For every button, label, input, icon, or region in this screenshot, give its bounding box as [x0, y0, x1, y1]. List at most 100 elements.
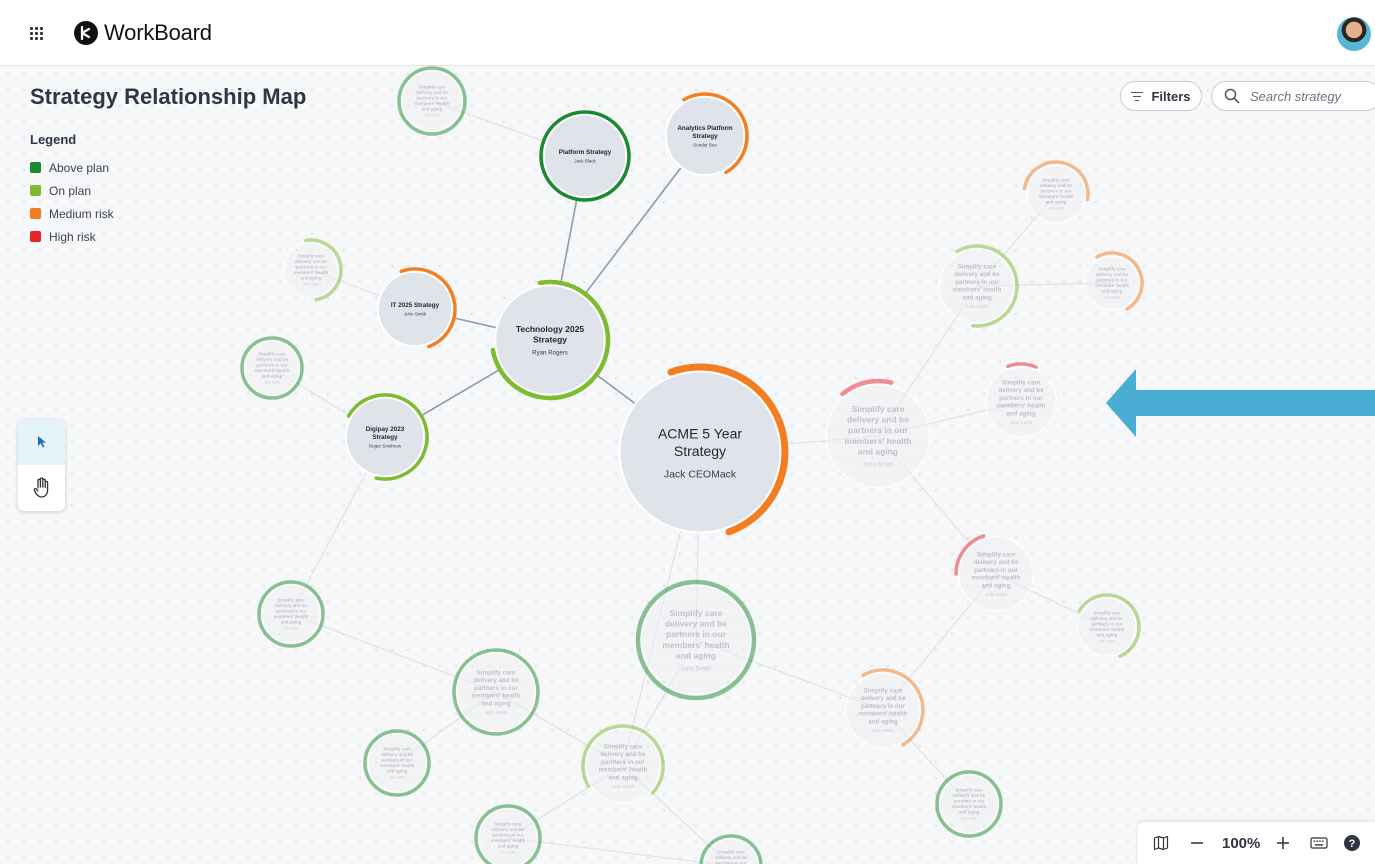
strategy-node-s8[interactable]: Simplify caredelivery and bepartners in …	[1083, 251, 1144, 312]
search-input[interactable]	[1248, 87, 1372, 105]
legend-item-high-risk: High risk	[30, 225, 114, 248]
node-title-line: delivery and be	[954, 271, 1000, 278]
node-title-line: and aging	[1046, 200, 1067, 205]
strategy-node-s13[interactable]: Simplify caredelivery and bepartners in …	[452, 648, 540, 736]
node-title-line: members' health	[415, 101, 450, 106]
page-title: Strategy Relationship Map	[30, 84, 307, 109]
node-title-line: and aging	[1006, 410, 1035, 417]
node-title-line: members' health	[472, 693, 521, 700]
user-avatar[interactable]	[1337, 17, 1371, 51]
help-icon: ?	[1344, 835, 1361, 851]
search-icon	[1224, 88, 1240, 104]
node-title-line: delivery and be	[665, 619, 727, 629]
strategy-node-s18[interactable]: Simplify caredelivery and bepartners in …	[474, 804, 542, 864]
node-owner: John Smith	[283, 627, 299, 631]
node-title-line: delivery and be	[275, 603, 308, 608]
strategy-node-s17[interactable]: Simplify caredelivery and bepartners in …	[363, 729, 431, 797]
node-title-line: and aging	[301, 276, 322, 281]
strategy-node-s7[interactable]: Simplify caredelivery and bepartners in …	[1022, 160, 1090, 225]
zoom-bar: 100% ?	[1138, 822, 1375, 864]
app-name: WorkBoard	[104, 20, 212, 45]
workboard-logo-icon	[74, 21, 98, 45]
node-title-line: members' health	[380, 763, 415, 768]
node-title-line: Simplify care	[477, 669, 516, 676]
node-title-line: partners in our	[276, 609, 307, 614]
node-title-line: Simplify care	[494, 822, 522, 827]
node-title-line: members' health	[294, 270, 329, 275]
strategy-node-it2025[interactable]: IT 2025 Strategy John Smith	[376, 267, 457, 349]
node-title-line: delivery and be	[1040, 183, 1073, 188]
minimap-button[interactable]	[1146, 835, 1176, 851]
node-title-line: partners in our	[493, 833, 524, 838]
node-owner: John Smith	[485, 710, 508, 715]
node-title-line: partners in our	[954, 799, 985, 804]
brand-logo[interactable]: WorkBoard	[74, 20, 212, 46]
node-title-line: and aging	[281, 620, 302, 625]
strategy-node-analytics[interactable]: Analytics PlatformStrategy Sundar Boo	[664, 92, 749, 177]
strategy-node-acme[interactable]: ACME 5 YearStrategy Jack CEOMack	[618, 363, 789, 536]
strategy-node-s12[interactable]: Simplify caredelivery and bepartners in …	[257, 580, 325, 648]
node-title-line: delivery and be	[600, 751, 646, 758]
node-owner: Ryan Rogers	[532, 349, 568, 356]
node-title-line: delivery and be	[295, 259, 328, 264]
strategy-node-s2[interactable]: Simplify caredelivery and bepartners in …	[825, 378, 931, 489]
node-title-line: delivery and be	[492, 827, 525, 832]
select-tool-button[interactable]	[18, 419, 65, 465]
tool-panel	[18, 419, 65, 511]
search-box[interactable]	[1211, 81, 1375, 111]
nodes-layer: ACME 5 YearStrategyJack CEOMackTechnolog…	[240, 66, 1144, 864]
node-title-line: Digipay 2023	[366, 426, 405, 433]
node-title-line: partners in our	[1041, 189, 1072, 194]
node-owner: John Smith	[966, 304, 989, 309]
node-owner: John Smith	[303, 283, 319, 287]
node-title-line: members' health	[952, 804, 987, 809]
strategy-node-s3[interactable]: Simplify caredelivery and bepartners in …	[282, 238, 343, 302]
relationship-map[interactable]: ACME 5 YearStrategyJack CEOMackTechnolog…	[0, 66, 1375, 864]
keyboard-shortcuts-button[interactable]	[1302, 836, 1336, 850]
node-title-line: Simplify care	[717, 850, 745, 855]
node-title-line: Simplify care	[604, 743, 643, 750]
pointer-icon	[37, 436, 46, 448]
strategy-node-s19[interactable]: Simplify caredelivery and bepartners in …	[699, 834, 763, 864]
node-owner: John Smith	[1010, 420, 1033, 425]
node-title-line: members' health	[997, 403, 1046, 410]
legend-label: High risk	[49, 229, 96, 244]
strategy-node-s14[interactable]: Simplify caredelivery and bepartners in …	[581, 724, 665, 805]
node-title-line: members' health	[859, 711, 908, 718]
strategy-node-s6[interactable]: Simplify caredelivery and bepartners in …	[938, 244, 1019, 328]
strategy-node-s5[interactable]: Simplify caredelivery and bepartners in …	[984, 362, 1058, 439]
strategy-node-digipay[interactable]: Digipay 2023Strategy Roger Smithrow	[344, 393, 429, 481]
strategy-node-s16[interactable]: Simplify caredelivery and bepartners in …	[935, 770, 1003, 838]
legend-swatch	[30, 162, 41, 173]
node-title-line: IT 2025 Strategy	[391, 302, 440, 309]
legend-label: On plan	[49, 183, 92, 198]
pan-tool-button[interactable]	[18, 465, 65, 511]
strategy-node-s1[interactable]: Simplify caredelivery and bepartners in …	[397, 66, 467, 136]
node-title-line: and aging	[1097, 633, 1118, 638]
node-title-line: Strategy	[674, 443, 726, 459]
strategy-node-s11[interactable]: Simplify caredelivery and bepartners in …	[635, 579, 757, 701]
legend-item-above-plan: Above plan	[30, 156, 114, 179]
node-owner: John Smith	[389, 776, 405, 780]
help-button[interactable]: ?	[1338, 834, 1366, 852]
strategy-node-s9[interactable]: Simplify caredelivery and bepartners in …	[954, 534, 1035, 613]
node-owner: John Smith	[872, 728, 895, 733]
strategy-node-s4[interactable]: Simplify caredelivery and bepartners in …	[240, 336, 304, 400]
filters-button[interactable]: Filters	[1120, 81, 1202, 111]
hand-icon	[33, 477, 48, 498]
keyboard-icon	[1310, 837, 1328, 849]
node-owner: John Smith	[500, 851, 516, 855]
strategy-node-s15[interactable]: Simplify caredelivery and bepartners in …	[844, 668, 925, 749]
apps-grid-icon[interactable]	[30, 27, 44, 41]
zoom-in-button[interactable]	[1270, 835, 1296, 851]
plus-icon	[1277, 837, 1290, 849]
node-title-line: members' health	[1095, 283, 1130, 288]
strategy-node-s10[interactable]: Simplify caredelivery and bepartners in …	[1076, 593, 1141, 658]
node-title-line: delivery and be	[847, 415, 909, 425]
zoom-out-button[interactable]	[1182, 835, 1212, 851]
strategy-node-platform[interactable]: Platform Strategy Jack Black	[539, 110, 631, 202]
strategy-node-tech[interactable]: Technology 2025Strategy Ryan Rogers	[490, 279, 611, 401]
node-title-line: Simplify care	[1042, 178, 1070, 183]
map-canvas[interactable]: ACME 5 Year Strategy Jack CEOMack Technolog…	[0, 66, 1375, 864]
node-owner: John Smith	[1048, 207, 1064, 211]
